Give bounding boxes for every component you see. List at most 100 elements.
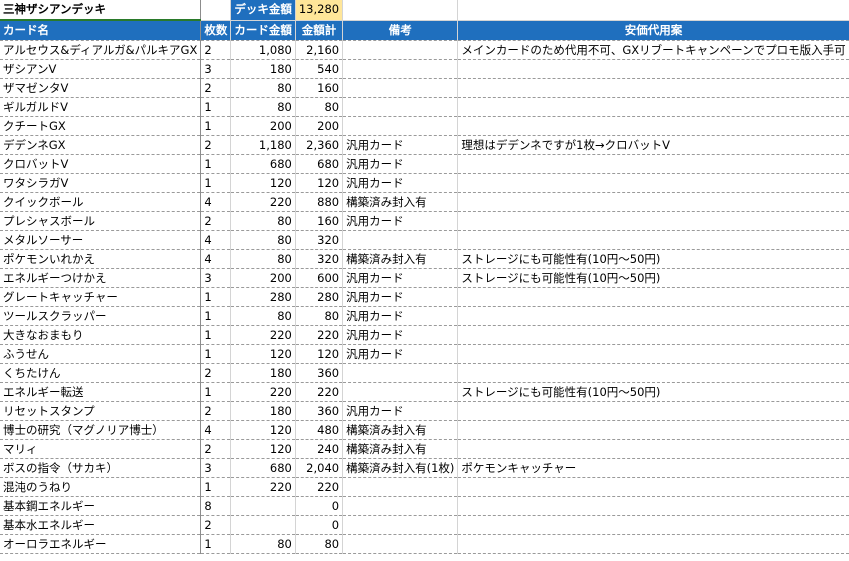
card-name-cell[interactable]: 博士の研究（マグノリア博士） [0, 420, 202, 440]
card-price-cell[interactable] [230, 515, 296, 535]
note-cell[interactable]: 汎用カード [342, 344, 459, 364]
total-cell[interactable]: 120 [295, 344, 344, 364]
card-name-cell[interactable]: マリィ [0, 439, 202, 459]
note-cell[interactable] [342, 78, 459, 98]
card-name-cell[interactable]: 基本水エネルギー [0, 515, 202, 535]
alternative-cell[interactable] [457, 515, 849, 535]
total-cell[interactable]: 680 [295, 154, 344, 174]
note-cell[interactable]: 汎用カード [342, 173, 459, 193]
card-price-cell[interactable]: 80 [230, 249, 296, 269]
total-cell[interactable]: 280 [295, 287, 344, 307]
qty-cell[interactable]: 1 [200, 534, 232, 554]
card-name-cell[interactable]: クチートGX [0, 116, 202, 136]
note-cell[interactable] [342, 97, 459, 117]
card-price-cell[interactable]: 280 [230, 287, 296, 307]
alternative-cell[interactable] [457, 496, 849, 516]
card-name-cell[interactable]: ザマゼンタV [0, 78, 202, 98]
total-cell[interactable]: 160 [295, 78, 344, 98]
alternative-cell[interactable] [457, 97, 849, 117]
total-cell[interactable]: 80 [295, 306, 344, 326]
card-name-cell[interactable]: プレシャスボール [0, 211, 202, 231]
card-name-cell[interactable]: ツールスクラッパー [0, 306, 202, 326]
header-note[interactable]: 備考 [342, 20, 459, 41]
alternative-cell[interactable] [457, 211, 849, 231]
alternative-cell[interactable] [457, 306, 849, 326]
alternative-cell[interactable] [457, 78, 849, 98]
alternative-cell[interactable] [457, 59, 849, 79]
card-name-cell[interactable]: 混沌のうねり [0, 477, 202, 497]
card-name-cell[interactable]: エネルギーつけかえ [0, 268, 202, 288]
qty-cell[interactable]: 1 [200, 306, 232, 326]
qty-cell[interactable]: 3 [200, 458, 232, 478]
total-cell[interactable]: 0 [295, 515, 344, 535]
card-name-cell[interactable]: ボスの指令（サカキ） [0, 458, 202, 478]
total-cell[interactable]: 160 [295, 211, 344, 231]
alternative-cell[interactable]: ストレージにも可能性有(10円～50円) [457, 382, 849, 402]
total-cell[interactable]: 220 [295, 325, 344, 345]
qty-cell[interactable]: 4 [200, 249, 232, 269]
total-cell[interactable]: 220 [295, 382, 344, 402]
card-price-cell[interactable]: 200 [230, 268, 296, 288]
total-cell[interactable]: 200 [295, 116, 344, 136]
card-name-cell[interactable]: クイックボール [0, 192, 202, 212]
card-name-cell[interactable]: ギルガルドV [0, 97, 202, 117]
card-price-cell[interactable]: 200 [230, 116, 296, 136]
card-price-cell[interactable]: 120 [230, 173, 296, 193]
card-name-cell[interactable]: ザシアンV [0, 59, 202, 79]
qty-cell[interactable]: 1 [200, 344, 232, 364]
note-cell[interactable]: 汎用カード [342, 268, 459, 288]
alternative-cell[interactable] [457, 534, 849, 554]
qty-cell[interactable]: 2 [200, 515, 232, 535]
qty-cell[interactable]: 4 [200, 420, 232, 440]
total-cell[interactable]: 2,040 [295, 458, 344, 478]
total-cell[interactable]: 320 [295, 249, 344, 269]
qty-cell[interactable]: 2 [200, 211, 232, 231]
total-cell[interactable]: 360 [295, 363, 344, 383]
card-name-cell[interactable]: ポケモンいれかえ [0, 249, 202, 269]
card-name-cell[interactable]: ふうせん [0, 344, 202, 364]
note-cell[interactable]: 構築済み封入有 [342, 249, 459, 269]
note-cell[interactable] [342, 59, 459, 79]
qty-cell[interactable]: 2 [200, 363, 232, 383]
note-cell[interactable] [342, 382, 459, 402]
card-price-cell[interactable]: 180 [230, 363, 296, 383]
card-price-cell[interactable]: 1,180 [230, 135, 296, 155]
deck-price-value-cell[interactable]: 13,280 [295, 0, 344, 21]
deck-price-label-cell[interactable]: デッキ金額 [230, 0, 296, 21]
empty-cell[interactable] [457, 0, 849, 21]
qty-cell[interactable]: 1 [200, 97, 232, 117]
total-cell[interactable]: 80 [295, 534, 344, 554]
total-cell[interactable]: 240 [295, 439, 344, 459]
qty-cell[interactable]: 1 [200, 154, 232, 174]
alternative-cell[interactable] [457, 420, 849, 440]
card-name-cell[interactable]: オーロラエネルギー [0, 534, 202, 554]
sheet-title-cell[interactable]: 三神ザシアンデッキ [0, 0, 202, 21]
card-price-cell[interactable]: 80 [230, 306, 296, 326]
total-cell[interactable]: 880 [295, 192, 344, 212]
alternative-cell[interactable] [457, 173, 849, 193]
total-cell[interactable]: 360 [295, 401, 344, 421]
card-name-cell[interactable]: グレートキャッチャー [0, 287, 202, 307]
note-cell[interactable]: 汎用カード [342, 135, 459, 155]
note-cell[interactable]: 汎用カード [342, 211, 459, 231]
qty-cell[interactable]: 4 [200, 230, 232, 250]
qty-cell[interactable]: 3 [200, 268, 232, 288]
card-price-cell[interactable]: 120 [230, 420, 296, 440]
card-price-cell[interactable]: 220 [230, 382, 296, 402]
card-name-cell[interactable]: 基本鋼エネルギー [0, 496, 202, 516]
note-cell[interactable] [342, 515, 459, 535]
empty-cell[interactable] [200, 0, 232, 21]
qty-cell[interactable]: 2 [200, 401, 232, 421]
spreadsheet-grid[interactable]: 三神ザシアンデッキ デッキ金額 13,280 カード名 枚数 カード金額 金額計… [0, 0, 849, 561]
note-cell[interactable]: 汎用カード [342, 306, 459, 326]
note-cell[interactable]: 汎用カード [342, 401, 459, 421]
alternative-cell[interactable] [457, 477, 849, 497]
alternative-cell[interactable] [457, 230, 849, 250]
total-cell[interactable]: 600 [295, 268, 344, 288]
card-name-cell[interactable]: ワタシラガV [0, 173, 202, 193]
card-name-cell[interactable]: デデンネGX [0, 135, 202, 155]
note-cell[interactable]: 汎用カード [342, 154, 459, 174]
alternative-cell[interactable]: ポケモンキャッチャー [457, 458, 849, 478]
alternative-cell[interactable] [457, 439, 849, 459]
alternative-cell[interactable]: メインカードのため代用不可、GXリブートキャンペーンでプロモ版入手可 [457, 40, 849, 60]
